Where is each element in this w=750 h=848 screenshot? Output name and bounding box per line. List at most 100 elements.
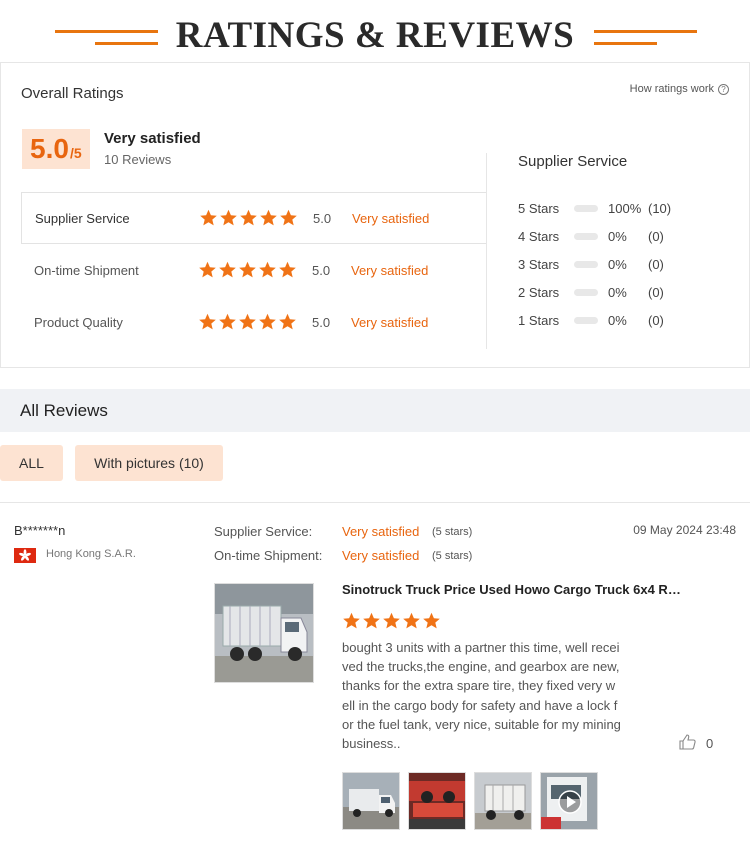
meta-label: Supplier Service: xyxy=(214,524,313,539)
filter-with-pictures-button[interactable]: With pictures (10) xyxy=(75,445,223,481)
overall-score-max: /5 xyxy=(70,145,82,161)
rating-score: 5.0 xyxy=(312,314,331,330)
rating-label: On-time Shipment xyxy=(34,262,139,278)
distribution-title: Supplier Service xyxy=(518,153,628,170)
rating-row-on-time-shipment[interactable]: On-time Shipment 5.0 Very satisfied xyxy=(21,244,486,296)
meta-stars: (5 stars) xyxy=(432,550,473,562)
distribution-bar xyxy=(574,204,598,212)
rating-row-product-quality[interactable]: Product Quality 5.0 Very satisfied xyxy=(21,296,486,348)
star-icon xyxy=(238,313,257,331)
review-video-thumbnail[interactable] xyxy=(540,772,598,830)
product-image[interactable] xyxy=(214,583,314,683)
star-icon xyxy=(219,209,238,227)
rating-label: Product Quality xyxy=(34,314,123,330)
section-header: RATINGS & REVIEWS xyxy=(0,0,750,62)
star-icon xyxy=(278,313,297,331)
reviewer-country: Hong Kong S.A.R. xyxy=(46,548,136,560)
overall-ratings-title: Overall Ratings xyxy=(21,85,124,102)
rating-row-supplier-service[interactable]: Supplier Service 5.0 Very satisfied xyxy=(21,192,486,244)
distribution-count: (0) xyxy=(648,256,664,272)
overall-satisfaction: Very satisfied xyxy=(104,130,201,147)
distribution-count: (0) xyxy=(648,312,664,328)
review-date: 09 May 2024 23:48 xyxy=(633,523,736,537)
distribution-percent: 100% xyxy=(608,200,642,216)
star-icon xyxy=(382,612,401,630)
thumbs-up-icon xyxy=(679,734,696,753)
meta-label: On-time Shipment: xyxy=(214,548,323,563)
star-icon xyxy=(362,612,381,630)
how-ratings-work-label: How ratings work xyxy=(629,83,714,95)
meta-stars: (5 stars) xyxy=(432,526,473,538)
distribution-label: 3 Stars xyxy=(518,256,560,272)
product-title-link[interactable]: Sinotruck Truck Price Used Howo Cargo Tr… xyxy=(342,582,687,597)
distribution-row: 1 Stars 0% (0) xyxy=(518,311,664,329)
distribution-bar xyxy=(574,288,598,296)
distribution-label: 5 Stars xyxy=(518,200,560,216)
review-thumbnails xyxy=(342,772,598,830)
rating-verdict: Very satisfied xyxy=(351,262,429,278)
distribution-row: 4 Stars 0% (0) xyxy=(518,227,664,245)
distribution-label: 4 Stars xyxy=(518,228,560,244)
star-icon xyxy=(198,261,217,279)
star-icon xyxy=(238,261,257,279)
distribution-row: 2 Stars 0% (0) xyxy=(518,283,664,301)
review-text: bought 3 units with a partner this time,… xyxy=(342,640,621,752)
review-photo-thumbnail[interactable] xyxy=(408,772,466,830)
distribution-percent: 0% xyxy=(608,228,627,244)
distribution-percent: 0% xyxy=(608,256,627,272)
distribution-count: (0) xyxy=(648,228,664,244)
help-icon: ? xyxy=(718,83,729,95)
rating-verdict: Very satisfied xyxy=(351,314,429,330)
distribution-row: 5 Stars 100% (10) xyxy=(518,199,671,217)
star-icon xyxy=(218,313,237,331)
distribution-row: 3 Stars 0% (0) xyxy=(518,255,664,273)
rating-score: 5.0 xyxy=(312,262,331,278)
star-icon xyxy=(279,209,298,227)
star-icon xyxy=(199,209,218,227)
rating-label: Supplier Service xyxy=(35,210,130,226)
rating-score: 5.0 xyxy=(313,210,332,226)
star-icon xyxy=(258,261,277,279)
distribution-bar xyxy=(574,316,598,324)
star-icon xyxy=(259,209,278,227)
how-ratings-work-link[interactable]: How ratings work ? xyxy=(630,83,729,95)
filter-all-button[interactable]: ALL xyxy=(0,445,63,481)
star-icon xyxy=(218,261,237,279)
star-icon xyxy=(239,209,258,227)
review-photo-thumbnail[interactable] xyxy=(474,772,532,830)
hong-kong-flag-icon xyxy=(14,548,36,563)
overall-score-badge: 5.0 /5 xyxy=(22,129,90,169)
star-icon xyxy=(258,313,277,331)
review-rating-stars xyxy=(342,612,441,630)
rating-stars xyxy=(198,261,297,279)
like-button[interactable]: 0 xyxy=(679,734,713,753)
overall-score: 5.0 xyxy=(30,133,69,164)
like-count: 0 xyxy=(706,736,714,751)
page-title: RATINGS & REVIEWS xyxy=(175,15,575,56)
ratings-panel: Overall Ratings How ratings work ? 5.0 /… xyxy=(0,62,750,368)
reviewer-name: B*******n xyxy=(14,523,66,538)
star-icon xyxy=(278,261,297,279)
all-reviews-header: All Reviews xyxy=(0,389,750,432)
review-count: 10 Reviews xyxy=(104,152,172,167)
meta-value: Very satisfied xyxy=(342,548,420,563)
distribution-bar xyxy=(574,260,598,268)
rating-verdict: Very satisfied xyxy=(352,210,430,226)
distribution-label: 1 Stars xyxy=(518,312,560,328)
divider xyxy=(0,502,750,503)
star-icon xyxy=(402,612,421,630)
rating-stars xyxy=(198,313,297,331)
distribution-label: 2 Stars xyxy=(518,284,560,300)
star-icon xyxy=(422,612,441,630)
distribution-percent: 0% xyxy=(608,312,627,328)
distribution-percent: 0% xyxy=(608,284,627,300)
divider xyxy=(486,153,487,349)
review-photo-thumbnail[interactable] xyxy=(342,772,400,830)
distribution-bar xyxy=(574,232,598,240)
distribution-count: (0) xyxy=(648,284,664,300)
star-icon xyxy=(342,612,361,630)
distribution-count: (10) xyxy=(648,200,672,216)
all-reviews-title: All Reviews xyxy=(20,401,108,420)
rating-stars xyxy=(199,209,298,227)
star-icon xyxy=(198,313,217,331)
